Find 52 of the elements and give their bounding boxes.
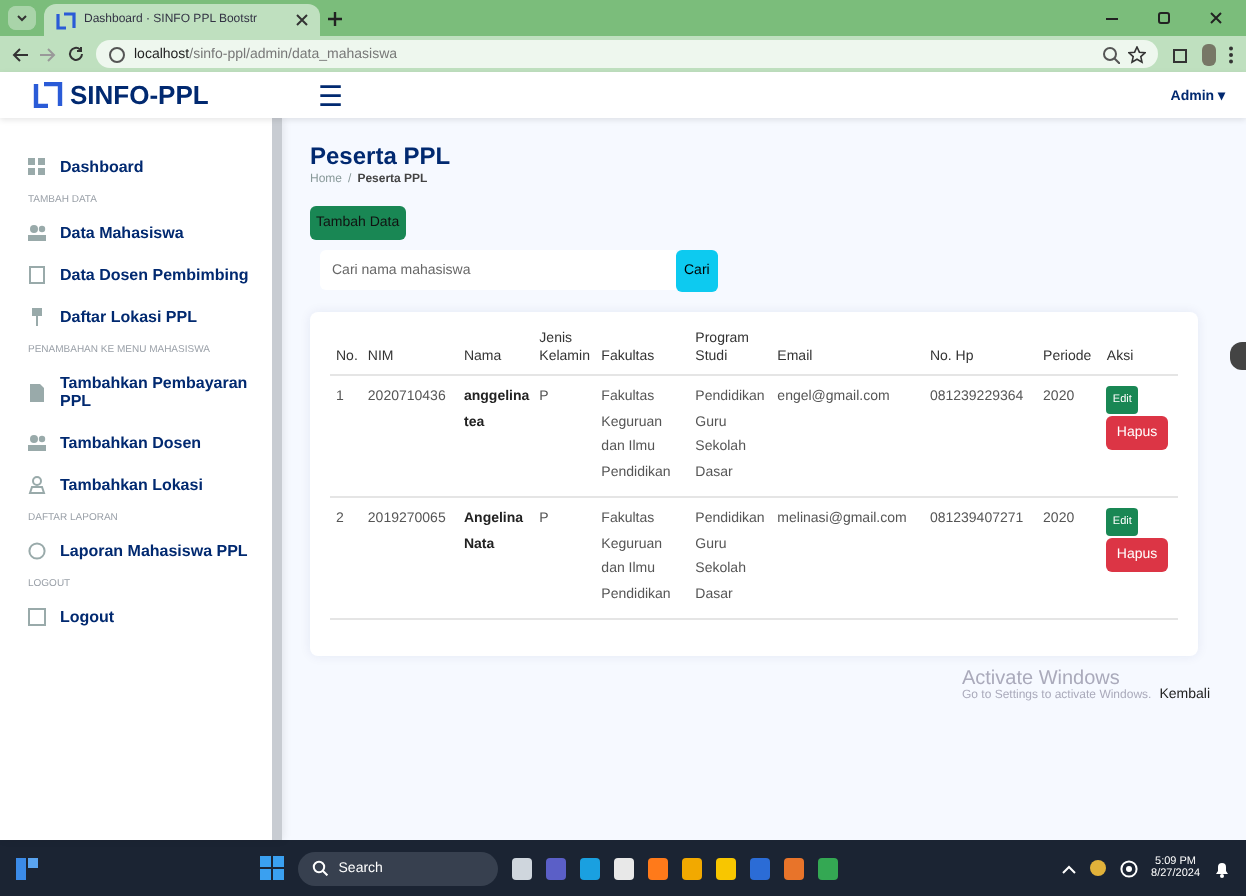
sidebar-item[interactable]: Laporan Mahasiswa PPL [16, 530, 272, 572]
logo-icon [32, 82, 64, 108]
app-icon[interactable] [580, 857, 601, 879]
profile-avatar[interactable] [1202, 43, 1216, 65]
more-icon[interactable] [1228, 45, 1234, 63]
sidebar-item[interactable]: Tambahkan Dosen [16, 422, 272, 464]
menu-icon[interactable]: ☰ [318, 79, 344, 111]
sidebar-item[interactable]: Dashboard [16, 146, 272, 188]
app-logo[interactable]: SINFO-PPL [70, 80, 209, 110]
tray-icon[interactable] [1089, 860, 1106, 876]
sidebar-item[interactable]: Tambahkan Lokasi [16, 464, 272, 506]
app-icon[interactable] [648, 857, 669, 879]
document-icon [28, 383, 46, 401]
bell-icon[interactable] [1214, 859, 1230, 877]
page-title: Peserta PPL [310, 142, 453, 170]
pin-icon [28, 308, 46, 326]
person-icon [28, 476, 46, 494]
sidebar-item[interactable]: Data Mahasiswa [16, 212, 272, 254]
app-icon[interactable] [512, 857, 533, 879]
logo-icon [56, 11, 76, 29]
people-icon [28, 224, 46, 242]
minimize-icon[interactable] [1106, 12, 1118, 24]
app-icon[interactable] [716, 857, 737, 879]
bookmark-icon[interactable] [1128, 45, 1146, 63]
grid-icon [28, 158, 46, 176]
start-icon[interactable] [260, 856, 285, 880]
tab-list-icon[interactable] [8, 6, 36, 30]
app-icon[interactable] [682, 857, 703, 879]
activation-notice-title: Activate Windows [961, 668, 1120, 690]
sidebar-item[interactable]: Logout [16, 596, 272, 638]
network-icon[interactable] [1119, 859, 1138, 877]
back-icon[interactable] [12, 47, 28, 61]
close-tab-icon[interactable] [296, 14, 308, 26]
circle-icon [28, 542, 46, 560]
chevron-up-icon[interactable] [1061, 863, 1076, 873]
site-info-icon [108, 45, 126, 63]
app-icon[interactable] [614, 857, 635, 879]
restore-icon[interactable] [1158, 12, 1170, 24]
new-tab-icon[interactable] [328, 11, 342, 25]
app-icon[interactable] [784, 857, 805, 879]
zoom-icon[interactable] [1102, 45, 1120, 63]
app-icon[interactable] [818, 857, 839, 879]
people-icon [28, 434, 46, 452]
sidebar-item[interactable]: Data Dosen Pembimbing [16, 254, 272, 296]
search-icon [312, 860, 329, 876]
sidebar-item[interactable]: Tambahkan Pembayaran PPL [16, 362, 272, 422]
square-icon [28, 608, 46, 626]
close-icon[interactable] [1210, 12, 1222, 24]
assistant-icon[interactable] [1230, 342, 1246, 370]
widgets-icon[interactable] [16, 857, 38, 879]
sidebar-item[interactable]: Daftar Lokasi PPL [16, 296, 272, 338]
reload-icon[interactable] [68, 46, 84, 62]
